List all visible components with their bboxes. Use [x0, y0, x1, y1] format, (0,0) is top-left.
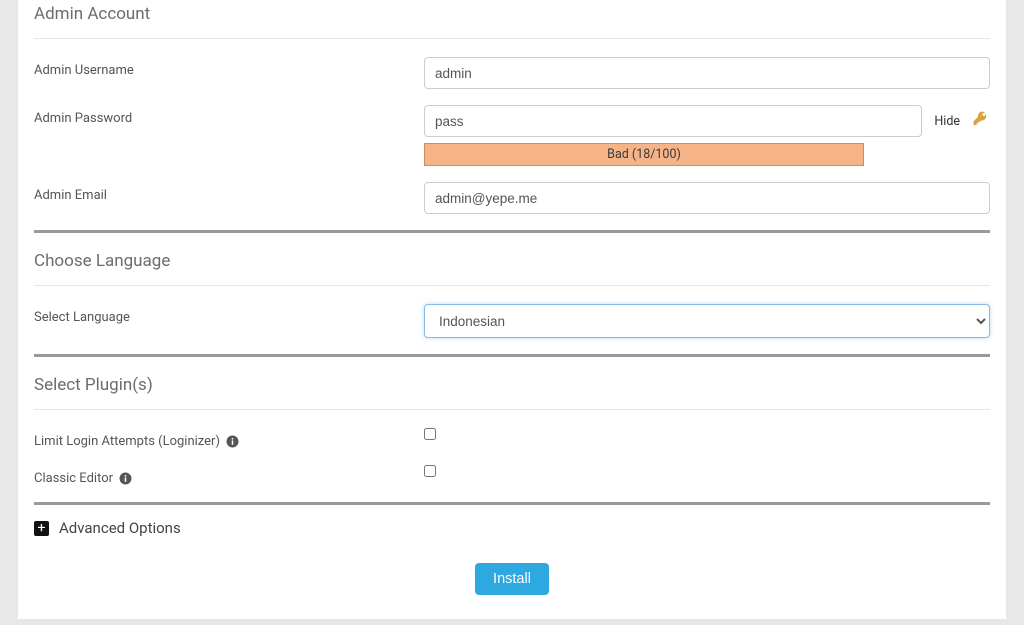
admin-email-label: Admin Email: [34, 182, 424, 203]
install-button[interactable]: Install: [475, 563, 549, 595]
admin-username-label: Admin Username: [34, 57, 424, 78]
plugin-classic-editor-label: Classic Editor: [34, 471, 113, 486]
hide-password-toggle[interactable]: Hide: [934, 114, 960, 129]
admin-email-row: Admin Email: [34, 182, 990, 214]
plugin-loginizer-checkbox[interactable]: [424, 428, 436, 440]
divider: [34, 38, 990, 39]
divider: [34, 285, 990, 286]
key-icon[interactable]: [972, 110, 990, 132]
divider: [34, 409, 990, 410]
info-icon[interactable]: [226, 435, 239, 448]
admin-password-label: Admin Password: [34, 105, 424, 126]
plus-icon: +: [34, 521, 49, 536]
admin-password-row: Admin Password Hide Bad (18/100): [34, 105, 990, 166]
plugin-classic-editor-row: Classic Editor: [34, 465, 990, 486]
select-plugins-title: Select Plugin(s): [34, 371, 990, 395]
plugin-loginizer-label: Limit Login Attempts (Loginizer): [34, 434, 220, 449]
choose-language-title: Choose Language: [34, 247, 990, 271]
section-divider: [34, 354, 990, 357]
plugin-classic-editor-checkbox[interactable]: [424, 465, 436, 477]
advanced-options-toggle[interactable]: + Advanced Options: [34, 519, 990, 537]
section-divider: [34, 502, 990, 505]
advanced-options-label: Advanced Options: [59, 519, 181, 537]
admin-username-row: Admin Username: [34, 57, 990, 89]
admin-password-input[interactable]: [424, 105, 922, 137]
select-language-label: Select Language: [34, 304, 424, 325]
admin-username-input[interactable]: [424, 57, 990, 89]
info-icon[interactable]: [119, 472, 132, 485]
plugin-loginizer-row: Limit Login Attempts (Loginizer): [34, 428, 990, 449]
section-divider: [34, 230, 990, 233]
admin-account-title: Admin Account: [34, 0, 990, 24]
password-strength-bar: Bad (18/100): [424, 143, 864, 166]
language-select[interactable]: Indonesian: [424, 304, 990, 338]
admin-email-input[interactable]: [424, 182, 990, 214]
select-language-row: Select Language Indonesian: [34, 304, 990, 338]
